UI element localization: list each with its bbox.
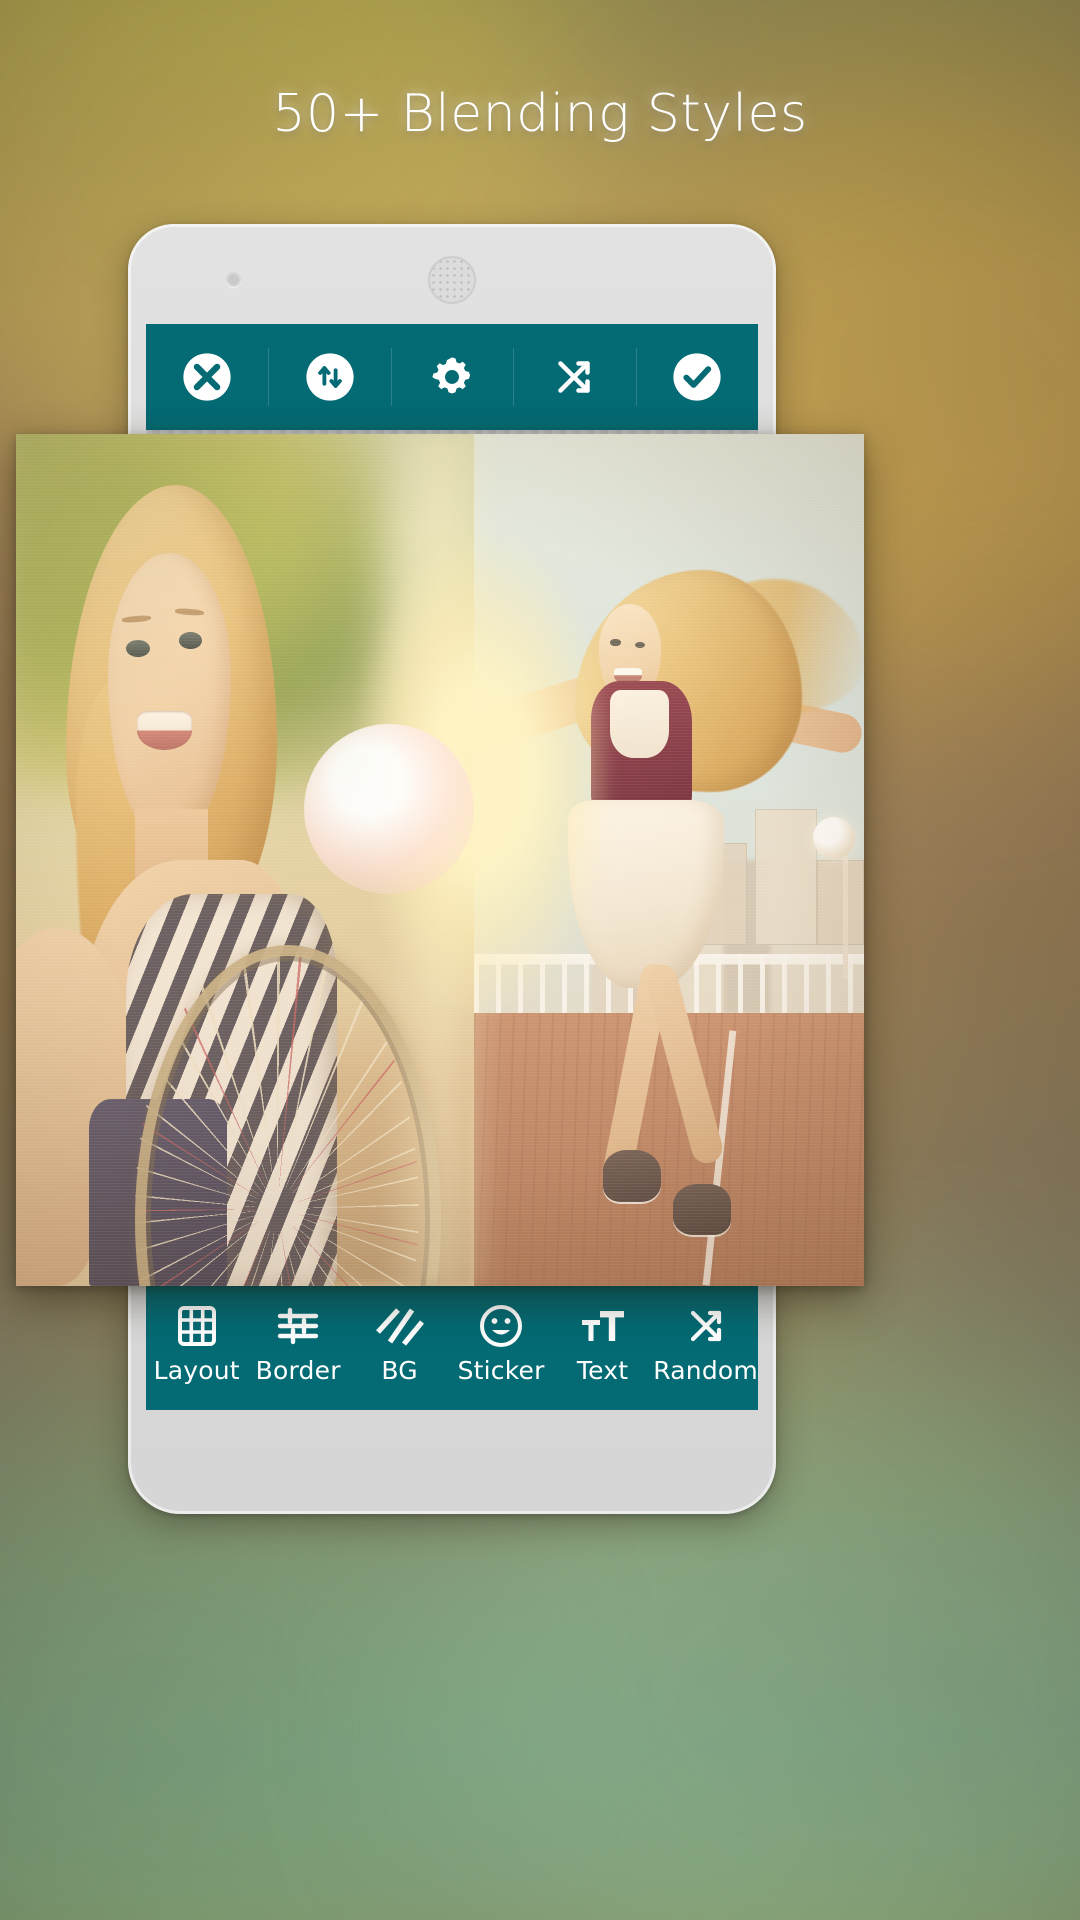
check-circle-icon (670, 350, 724, 404)
photo-eye (634, 641, 645, 649)
shuffle-icon (547, 350, 601, 404)
front-camera-dot-icon (226, 272, 241, 287)
gear-icon (425, 350, 479, 404)
nav-item-text[interactable]: Text (552, 1276, 653, 1410)
photo-eye (178, 631, 203, 649)
photo-smile (137, 710, 193, 751)
nav-label: Layout (153, 1355, 240, 1385)
grid-icon (173, 1302, 221, 1350)
nav-item-layout[interactable]: Layout (146, 1276, 247, 1410)
nav-item-bg[interactable]: BG (349, 1276, 450, 1410)
sliders-icon (274, 1302, 322, 1350)
photo-building (754, 808, 818, 946)
close-button[interactable] (146, 324, 268, 430)
settings-button[interactable] (390, 324, 513, 430)
smiley-face-icon (477, 1302, 525, 1350)
nav-label: Sticker (457, 1355, 545, 1385)
nav-item-border[interactable]: Border (247, 1276, 348, 1410)
nav-label: Random (653, 1355, 758, 1385)
photo-collage-preview[interactable] (16, 434, 864, 1286)
promo-headline: 50+ Blending Styles (272, 84, 808, 144)
diagonal-stripes-icon (375, 1302, 424, 1350)
text-size-icon (579, 1302, 627, 1350)
collage-pane-left[interactable] (16, 434, 474, 1286)
nav-label: BG (381, 1355, 418, 1385)
swap-vertical-circle-icon (303, 350, 357, 404)
photo-bib (610, 689, 669, 758)
photo-lamp-pole (843, 842, 849, 980)
shuffle-icon (682, 1302, 730, 1350)
app-promo-screenshot: 50+ Blending Styles Layout Border BG Sti… (0, 0, 1080, 1920)
photo-lamp-globe (812, 817, 855, 860)
done-button[interactable] (635, 324, 758, 430)
photo-shoe (602, 1149, 662, 1203)
photo-shoe (672, 1183, 732, 1235)
nav-item-sticker[interactable]: Sticker (450, 1276, 551, 1410)
photo-eye (125, 640, 150, 658)
bottom-navigation: Layout Border BG Sticker Text Random (146, 1276, 758, 1410)
shuffle-button[interactable] (513, 324, 635, 430)
earpiece-speaker-grille-icon (428, 256, 476, 304)
photo-building (817, 860, 864, 946)
collage-pane-right[interactable] (473, 434, 864, 1286)
photo-eye (610, 639, 621, 646)
close-circle-icon (180, 350, 234, 404)
nav-label: Border (255, 1355, 341, 1385)
nav-item-random[interactable]: Random (653, 1276, 758, 1410)
swap-button[interactable] (268, 324, 390, 430)
top-toolbar (146, 324, 758, 430)
nav-label: Text (576, 1355, 629, 1385)
